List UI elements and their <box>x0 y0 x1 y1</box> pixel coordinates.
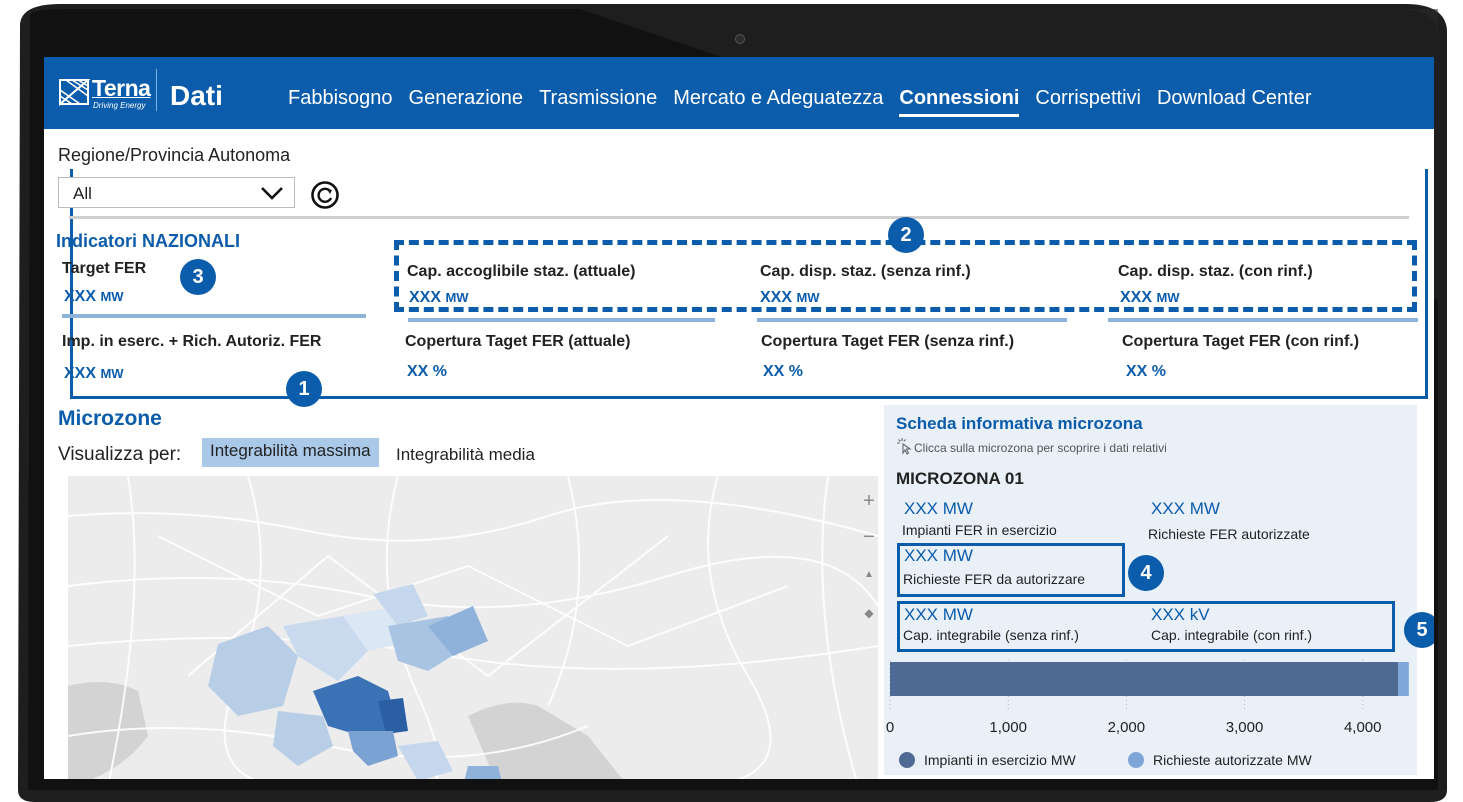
indicator-target-fer-label: Target FER <box>62 260 147 277</box>
impianti-fer-value: XXX MW <box>904 499 973 518</box>
richieste-autorizzate-value: XXX MW <box>1151 499 1220 518</box>
info-panel-hint: Clicca sulla microzona per scoprire i da… <box>914 441 1167 455</box>
zoom-in-button[interactable]: + <box>854 484 878 518</box>
region-dropdown-value: All <box>73 184 92 203</box>
indicator-separator <box>1108 318 1418 322</box>
indicator-copertura-senza-rinf-label: Copertura Taget FER (senza rinf.) <box>761 333 1015 350</box>
logo-word: Terna <box>92 75 151 101</box>
indicator-imp-eserc-value: XXX MW <box>64 365 124 382</box>
view-option-integrabilita-massima[interactable]: Integrabilità massima <box>202 438 379 467</box>
nav-item-mercato[interactable]: Mercato e Adeguatezza <box>673 87 883 110</box>
filter-divider <box>69 216 1409 219</box>
richieste-autorizzate-label: Richieste FER autorizzate <box>1148 526 1310 542</box>
indicator-copertura-con-rinf-label: Copertura Taget FER (con rinf.) <box>1122 333 1360 350</box>
pointer-click-icon <box>897 438 912 455</box>
indicator-copertura-senza-rinf-value: XX % <box>763 363 804 380</box>
info-panel-title: Scheda informativa microzona <box>896 414 1143 433</box>
app-title: Dati <box>170 80 223 111</box>
bar-impianti-esercizio[interactable] <box>890 662 1399 696</box>
logo-separator <box>156 69 157 111</box>
capacity-bar-chart: 0 1,000 2,000 3,000 4,000 Impianti in eserciz… <box>886 660 1409 768</box>
compass-button[interactable]: ◆ <box>854 596 878 630</box>
reset-view-button[interactable]: ▲ <box>854 558 878 592</box>
microzone-name: MICROZONA 01 <box>896 469 1024 488</box>
microzone-info-panel: Scheda informativa microzona Clicca sull… <box>884 405 1434 775</box>
annotation-badge-1: 1 <box>286 371 322 407</box>
richieste-da-autorizzare-label: Richieste FER da autorizzare <box>903 571 1086 587</box>
legend-label: Richieste autorizzate MW <box>1153 752 1313 768</box>
nav-item-download-center[interactable]: Download Center <box>1157 87 1312 110</box>
legend-swatch <box>1128 752 1144 768</box>
x-tick-label: 3,000 <box>1226 719 1264 736</box>
bar-richieste-autorizzate[interactable] <box>1398 662 1409 696</box>
logo-tagline: Driving Energy <box>93 101 146 110</box>
indicator-copertura-attuale-label: Copertura Taget FER (attuale) <box>405 333 631 350</box>
indicator-separator <box>757 318 1067 322</box>
zoom-out-button[interactable]: − <box>854 520 878 554</box>
annotation-badge-5: 5 <box>1404 612 1434 648</box>
nav-item-generazione[interactable]: Generazione <box>409 87 524 110</box>
indicator-separator <box>408 318 715 322</box>
terna-logo-icon <box>59 79 90 106</box>
x-tick-label: 4,000 <box>1344 719 1382 736</box>
chevron-down-icon <box>261 187 283 200</box>
indicator-imp-eserc-label: Imp. in eserc. + Rich. Autoriz. FER <box>62 333 322 350</box>
region-filter-label: Regione/Provincia Autonoma <box>58 145 291 165</box>
terna-logo[interactable]: Terna Driving Energy <box>58 75 154 112</box>
main-menu: Fabbisogno Generazione Trasmissione Merc… <box>288 87 1328 117</box>
annotation-badge-4: 4 <box>1128 555 1164 591</box>
indicator-copertura-con-rinf-value: XX % <box>1126 363 1167 380</box>
refresh-icon[interactable] <box>310 180 340 210</box>
nav-item-fabbisogno[interactable]: Fabbisogno <box>288 87 393 110</box>
region-dropdown[interactable]: All <box>58 177 295 208</box>
nav-item-trasmissione[interactable]: Trasmissione <box>539 87 657 110</box>
indicator-target-fer-value: XXX MW <box>64 288 124 305</box>
legend-swatch <box>899 752 915 768</box>
top-navigation: Terna Driving Energy Dati Fabbisogno Gen… <box>44 57 1434 129</box>
annotation-badge-3: 3 <box>180 259 216 295</box>
indicator-copertura-attuale-value: XX % <box>407 363 448 380</box>
microzone-title: Microzone <box>58 407 162 430</box>
legend-label: Impianti in esercizio MW <box>924 752 1076 768</box>
cap-senza-rinf-label: Cap. integrabile (senza rinf.) <box>903 627 1079 643</box>
camera-dot <box>735 34 745 44</box>
cap-con-rinf-label: Cap. integrabile (con rinf.) <box>1151 627 1313 643</box>
x-tick-label: 2,000 <box>1108 719 1146 736</box>
annotation-badge-2: 2 <box>888 217 924 253</box>
view-option-integrabilita-media[interactable]: Integrabilità media <box>396 445 535 465</box>
nav-item-corrispettivi[interactable]: Corrispettivi <box>1035 87 1141 110</box>
indicator-separator <box>62 314 366 318</box>
map-canvas <box>68 476 878 779</box>
app-screen: Terna Driving Energy Dati Fabbisogno Gen… <box>44 57 1434 779</box>
x-tick-label: 1,000 <box>989 719 1027 736</box>
x-tick-label: 0 <box>886 719 894 736</box>
cap-senza-rinf-value: XXX MW <box>904 605 973 624</box>
view-by-label: Visualizza per: <box>58 444 182 465</box>
richieste-da-autorizzare-value: XXX MW <box>904 546 973 565</box>
microzone-map[interactable]: + − ▲ ◆ <box>68 476 878 779</box>
indicators-title: Indicatori NAZIONALI <box>56 231 240 251</box>
nav-item-connessioni[interactable]: Connessioni <box>899 87 1020 117</box>
impianti-fer-label: Impianti FER in esercizio <box>902 522 1057 538</box>
cap-con-rinf-value: XXX kV <box>1151 605 1210 624</box>
